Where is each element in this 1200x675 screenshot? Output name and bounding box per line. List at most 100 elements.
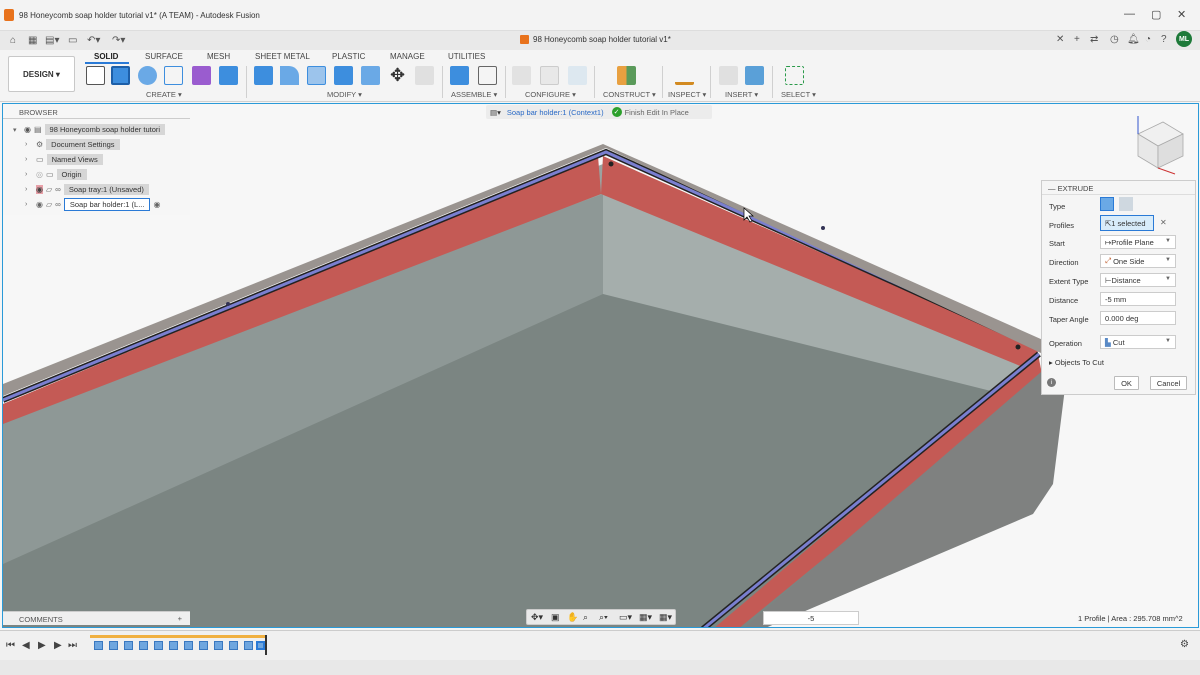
sweep-icon[interactable] [164,66,183,85]
direction-select[interactable]: ⤢ One Side ▼ [1100,254,1176,268]
orbit-icon[interactable]: ✥▾ [531,612,543,623]
workspace-switcher[interactable]: DESIGN ▾ [8,56,75,92]
table-icon[interactable] [540,66,559,85]
timeline-track[interactable] [90,635,267,655]
eye-icon[interactable]: ◉ [24,125,31,134]
avatar[interactable]: ML [1176,31,1192,47]
timeline-feature[interactable] [229,641,238,650]
new-component-icon[interactable] [450,66,469,85]
eye-icon[interactable]: ◉ [36,200,43,209]
display-settings-icon[interactable]: ▭▾ [619,612,632,623]
combine-icon[interactable] [361,66,380,85]
view-cube[interactable] [1137,116,1184,175]
select-icon[interactable] [785,66,804,85]
home-icon[interactable]: ⌂ [10,35,16,46]
start-select[interactable]: ↦ Profile Plane ▼ [1100,235,1176,249]
fit-icon[interactable]: ⌕▾ [599,612,608,623]
redo-icon[interactable]: ↷▾ [112,35,125,46]
assemble-menu[interactable]: ASSEMBLE ▾ [451,90,497,99]
browser-item-soap-tray[interactable]: › ◉ ▱ ∞ Soap tray:1 (Unsaved) [25,184,149,195]
finish-edit-in-place-button[interactable]: ✓ Finish Edit In Place [611,107,689,117]
browser-item-named-views[interactable]: › ▭ Named Views [25,154,103,165]
timeline-feature-active[interactable] [256,641,265,650]
expand-icon[interactable]: › [25,171,33,178]
context-component-link[interactable]: Soap bar holder:1 (Context1) [507,108,604,117]
undo-icon[interactable]: ↶▾ [87,35,100,46]
notification-bell-icon[interactable]: ◔ [1145,34,1151,45]
shell-icon[interactable] [334,66,353,85]
viewports-icon[interactable]: ▦▾ [659,612,672,623]
timeline-settings-gear-icon[interactable]: ⚙ [1180,639,1189,650]
timeline-feature[interactable] [139,641,148,650]
grid-settings-icon[interactable]: ▦▾ [639,612,652,623]
timeline-feature[interactable] [244,641,253,650]
distance-input[interactable]: -5 mm [1100,292,1176,306]
browser-item-document-settings[interactable]: › ⚙ Document Settings [25,139,120,150]
tab-plastic[interactable]: PLASTIC [332,52,365,61]
create-sketch-icon[interactable] [86,66,105,85]
file-icon[interactable]: ▤▾ [45,35,59,46]
create-menu[interactable]: CREATE ▾ [146,90,182,99]
objects-to-cut-label[interactable]: ▸ Objects To Cut [1049,358,1104,367]
expand-icon[interactable]: › [25,156,33,163]
clear-selection-icon[interactable]: ✕ [1160,218,1167,227]
timeline-feature[interactable] [184,641,193,650]
tab-utilities[interactable]: UTILITIES [448,52,485,61]
help-icon[interactable]: ? [1161,34,1167,45]
timeline-feature[interactable] [124,641,133,650]
timeline-feature[interactable] [109,641,118,650]
move-icon[interactable]: ✥ [388,66,407,85]
create-form-icon[interactable] [192,66,211,85]
new-tab-icon[interactable]: + [1074,34,1080,45]
timeline-feature[interactable] [154,641,163,650]
add-comment-icon[interactable]: + [178,614,182,623]
go-to-end-icon[interactable]: ⏭ [68,640,77,651]
distance-manipulator-input[interactable]: -5 [763,611,859,625]
eye-hidden-icon[interactable]: ◎ [36,170,43,179]
tab-sheet-metal[interactable]: SHEET METAL [255,52,310,61]
insert-menu[interactable]: INSERT ▾ [725,90,758,99]
save-icon[interactable]: ▭ [68,35,77,46]
minimize-icon[interactable]: — [1124,8,1135,20]
type-thin-icon[interactable] [1119,197,1133,211]
expand-icon[interactable]: › [25,201,33,208]
timeline-marker[interactable] [265,635,267,655]
step-forward-icon[interactable]: ▶ [54,640,62,651]
construct-menu[interactable]: CONSTRUCT ▾ [603,90,656,99]
select-menu[interactable]: SELECT ▾ [781,90,816,99]
activate-radio-icon[interactable]: ◉ [153,200,160,209]
go-to-start-icon[interactable]: ⏮ [6,640,15,651]
profiles-selection[interactable]: ⇱ 1 selected [1100,215,1154,231]
joint-icon[interactable] [478,66,497,85]
close-window-icon[interactable]: ✕ [1177,8,1186,21]
insert-derive-icon[interactable] [719,66,738,85]
revolve-icon[interactable] [138,66,157,85]
info-icon[interactable]: i [1047,378,1056,387]
close-tab-icon[interactable]: ✕ [1056,34,1064,45]
play-icon[interactable]: ▶ [38,640,46,651]
extensions-icon[interactable]: ⇄ [1090,34,1098,45]
expand-icon[interactable]: › [25,141,33,148]
tab-solid[interactable]: SOLID [94,52,118,61]
eye-icon[interactable]: ◉ [36,185,43,194]
configure-menu[interactable]: CONFIGURE ▾ [525,90,576,99]
look-at-icon[interactable]: ▣ [551,612,560,623]
extrude-icon[interactable] [111,66,130,85]
measure-icon[interactable] [675,66,694,85]
fillet-icon[interactable] [280,66,299,85]
browser-item-root[interactable]: ▾ ◉ ▤ 98 Honeycomb soap holder tutori [13,124,166,135]
context-component-icon[interactable]: ▤▾ [490,108,501,117]
type-solid-icon[interactable] [1100,197,1114,211]
step-back-icon[interactable]: ◀ [22,640,30,651]
grid-icon[interactable]: ▦ [28,35,37,46]
inspect-menu[interactable]: INSPECT ▾ [668,90,706,99]
taper-angle-input[interactable]: 0.000 deg [1100,311,1176,325]
browser-header[interactable]: BROWSER [3,105,190,119]
modify-menu[interactable]: MODIFY ▾ [327,90,362,99]
box-icon[interactable] [219,66,238,85]
align-icon[interactable] [415,66,434,85]
timeline-feature[interactable] [169,641,178,650]
tab-manage[interactable]: MANAGE [390,52,425,61]
document-tab[interactable]: 98 Honeycomb soap holder tutorial v1* [520,35,671,44]
configure-icon[interactable] [512,66,531,85]
